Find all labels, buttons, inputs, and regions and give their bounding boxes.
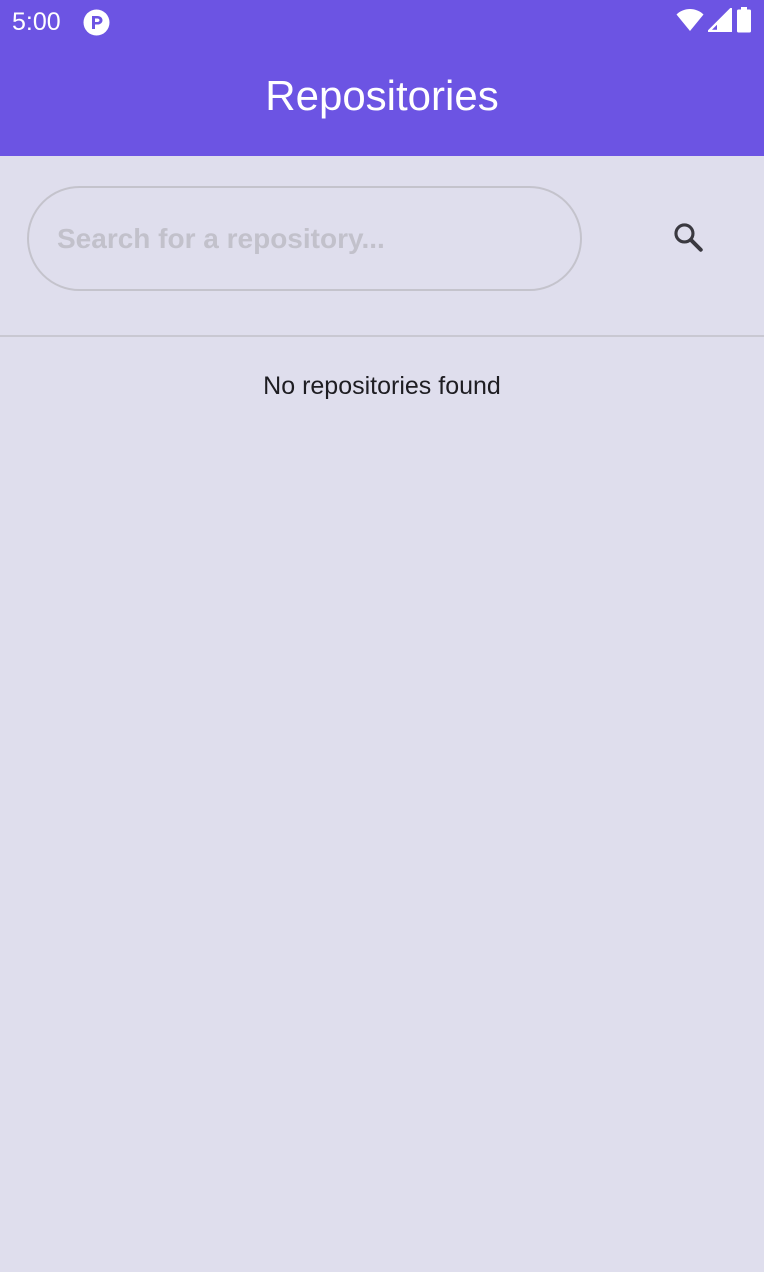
search-input[interactable] bbox=[27, 186, 582, 291]
divider bbox=[0, 335, 764, 337]
search-button[interactable] bbox=[654, 204, 722, 272]
wifi-icon bbox=[676, 8, 704, 37]
search-icon bbox=[671, 220, 705, 257]
battery-icon bbox=[736, 6, 752, 38]
page-title: Repositories bbox=[265, 72, 499, 119]
empty-state-message: No repositories found bbox=[263, 372, 501, 400]
status-icons bbox=[676, 6, 752, 38]
status-bar: 5:00 bbox=[0, 0, 764, 44]
app-bar: 5:00 Repositories bbox=[0, 0, 764, 156]
status-time: 5:00 bbox=[12, 8, 61, 36]
app-notification-icon bbox=[83, 9, 110, 36]
app-screen: 5:00 Repositories Search for a repositor… bbox=[0, 0, 764, 1272]
signal-icon bbox=[707, 7, 733, 37]
